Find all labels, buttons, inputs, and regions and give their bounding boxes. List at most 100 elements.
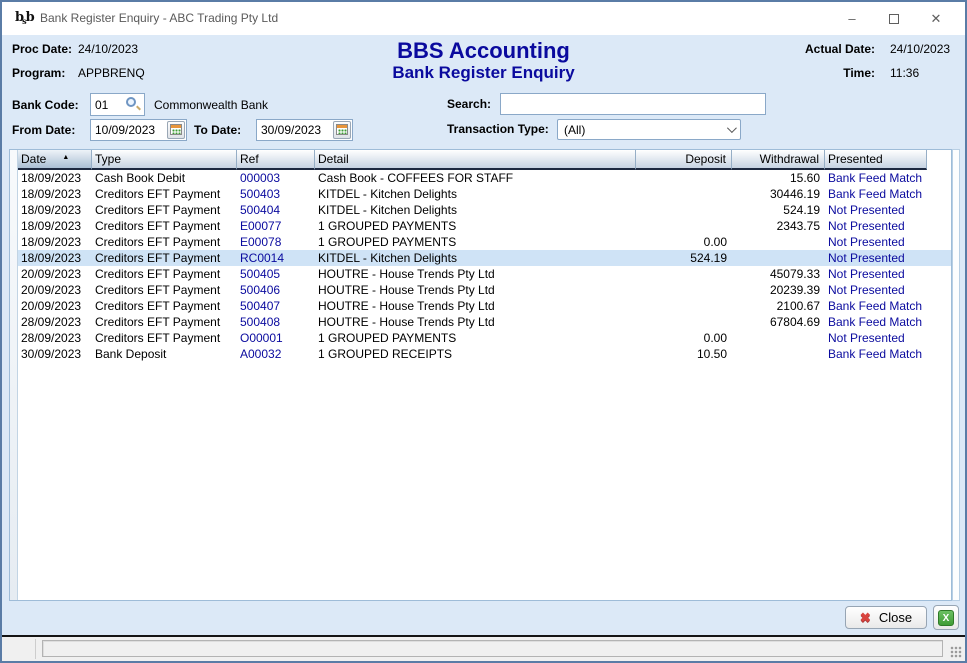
cell-presented: Bank Feed Match — [825, 298, 927, 314]
cell-ref-link[interactable]: A00032 — [237, 346, 315, 362]
table-row[interactable]: 18/09/2023 Cash Book Debit 000003 Cash B… — [18, 170, 951, 186]
cell-date: 28/09/2023 — [18, 330, 92, 346]
cell-withdrawal: 67804.69 — [732, 314, 825, 330]
cell-detail: 1 GROUPED RECEIPTS — [315, 346, 636, 362]
cell-filler — [927, 234, 951, 250]
cell-type: Creditors EFT Payment — [92, 250, 237, 266]
table-row[interactable]: 18/09/2023 Creditors EFT Payment E00078 … — [18, 234, 951, 250]
page-title: Bank Register Enquiry — [2, 63, 965, 83]
to-date-calendar-icon[interactable] — [333, 121, 351, 139]
cell-deposit — [636, 202, 732, 218]
cell-ref-link[interactable]: 000003 — [237, 170, 315, 186]
cell-presented: Not Presented — [825, 330, 927, 346]
magnifier-icon[interactable] — [126, 97, 141, 112]
cell-type: Creditors EFT Payment — [92, 266, 237, 282]
cell-filler — [927, 218, 951, 234]
row-selector-gutter — [10, 150, 18, 600]
cell-detail: 1 GROUPED PAYMENTS — [315, 218, 636, 234]
table-row[interactable]: 18/09/2023 Creditors EFT Payment E00077 … — [18, 218, 951, 234]
search-input[interactable] — [501, 94, 765, 114]
table-row[interactable]: 28/09/2023 Creditors EFT Payment 500408 … — [18, 314, 951, 330]
cell-withdrawal — [732, 330, 825, 346]
cell-ref-link[interactable]: E00078 — [237, 234, 315, 250]
cell-deposit: 0.00 — [636, 234, 732, 250]
column-header-deposit[interactable]: Deposit — [636, 150, 732, 170]
close-button-label: Close — [879, 610, 912, 625]
cell-ref-link[interactable]: E00077 — [237, 218, 315, 234]
export-excel-button[interactable]: X — [933, 605, 959, 630]
cell-withdrawal: 30446.19 — [732, 186, 825, 202]
cell-ref-link[interactable]: 500408 — [237, 314, 315, 330]
transaction-type-select[interactable]: (All) — [557, 119, 741, 140]
table-row[interactable]: 30/09/2023 Bank Deposit A00032 1 GROUPED… — [18, 346, 951, 362]
cell-ref-link[interactable]: 500405 — [237, 266, 315, 282]
cell-deposit — [636, 298, 732, 314]
cell-presented: Bank Feed Match — [825, 314, 927, 330]
search-field[interactable] — [500, 93, 766, 115]
bank-code-input[interactable] — [91, 94, 126, 115]
maximize-button[interactable] — [873, 2, 915, 35]
column-header-detail[interactable]: Detail — [315, 150, 636, 170]
column-header-date[interactable]: Date▲ — [18, 150, 92, 170]
resize-grip[interactable] — [950, 646, 962, 658]
time-label: Time: — [843, 66, 875, 80]
cell-presented: Bank Feed Match — [825, 346, 927, 362]
close-button[interactable]: ✖ Close — [845, 606, 927, 629]
cell-withdrawal: 524.19 — [732, 202, 825, 218]
to-date-field[interactable] — [256, 119, 353, 141]
column-header-withdrawal[interactable]: Withdrawal — [732, 150, 825, 170]
table-row[interactable]: 20/09/2023 Creditors EFT Payment 500405 … — [18, 266, 951, 282]
table-row[interactable]: 18/09/2023 Creditors EFT Payment RC0014 … — [18, 250, 951, 266]
bank-code-field[interactable] — [90, 93, 145, 116]
cell-type: Creditors EFT Payment — [92, 282, 237, 298]
cell-filler — [927, 346, 951, 362]
table-row[interactable]: 18/09/2023 Creditors EFT Payment 500403 … — [18, 186, 951, 202]
cell-ref-link[interactable]: O00001 — [237, 330, 315, 346]
cell-ref-link[interactable]: RC0014 — [237, 250, 315, 266]
cell-filler — [927, 202, 951, 218]
transaction-type-label: Transaction Type: — [447, 122, 549, 136]
cell-ref-link[interactable]: 500407 — [237, 298, 315, 314]
status-bar-segment — [2, 639, 36, 659]
cell-filler — [927, 170, 951, 186]
cell-detail: HOUTRE - House Trends Pty Ltd — [315, 314, 636, 330]
grid-header-row: Date▲ Type Ref Detail Deposit Withdrawal… — [18, 150, 951, 170]
cell-date: 18/09/2023 — [18, 202, 92, 218]
cell-deposit: 10.50 — [636, 346, 732, 362]
from-date-label: From Date: — [12, 123, 75, 137]
cell-filler — [927, 298, 951, 314]
cell-date: 18/09/2023 — [18, 186, 92, 202]
minimize-button[interactable]: – — [831, 2, 873, 35]
from-date-field[interactable] — [90, 119, 187, 141]
cell-detail: Cash Book - COFFEES FOR STAFF — [315, 170, 636, 186]
column-header-type[interactable]: Type — [92, 150, 237, 170]
cell-ref-link[interactable]: 500404 — [237, 202, 315, 218]
cell-type: Creditors EFT Payment — [92, 314, 237, 330]
cell-type: Creditors EFT Payment — [92, 298, 237, 314]
app-window: bsb Bank Register Enquiry - ABC Trading … — [0, 0, 967, 663]
column-header-presented[interactable]: Presented — [825, 150, 927, 170]
from-date-input[interactable] — [91, 120, 167, 140]
bank-code-label: Bank Code: — [12, 98, 79, 112]
cell-ref-link[interactable]: 500406 — [237, 282, 315, 298]
column-header-ref[interactable]: Ref — [237, 150, 315, 170]
table-row[interactable]: 28/09/2023 Creditors EFT Payment O00001 … — [18, 330, 951, 346]
cell-withdrawal: 2343.75 — [732, 218, 825, 234]
from-date-calendar-icon[interactable] — [167, 121, 185, 139]
window-title: Bank Register Enquiry - ABC Trading Pty … — [40, 11, 278, 25]
table-row[interactable]: 20/09/2023 Creditors EFT Payment 500406 … — [18, 282, 951, 298]
table-row[interactable]: 20/09/2023 Creditors EFT Payment 500407 … — [18, 298, 951, 314]
cell-detail: HOUTRE - House Trends Pty Ltd — [315, 282, 636, 298]
cell-type: Creditors EFT Payment — [92, 202, 237, 218]
cell-type: Bank Deposit — [92, 346, 237, 362]
cell-ref-link[interactable]: 500403 — [237, 186, 315, 202]
to-date-label: To Date: — [194, 123, 241, 137]
cell-filler — [927, 186, 951, 202]
cell-withdrawal — [732, 234, 825, 250]
table-row[interactable]: 18/09/2023 Creditors EFT Payment 500404 … — [18, 202, 951, 218]
actual-date-label: Actual Date: — [805, 42, 875, 56]
cell-date: 18/09/2023 — [18, 218, 92, 234]
vertical-scrollbar[interactable] — [952, 149, 960, 601]
to-date-input[interactable] — [257, 120, 333, 140]
close-window-button[interactable]: ✕ — [915, 2, 957, 35]
